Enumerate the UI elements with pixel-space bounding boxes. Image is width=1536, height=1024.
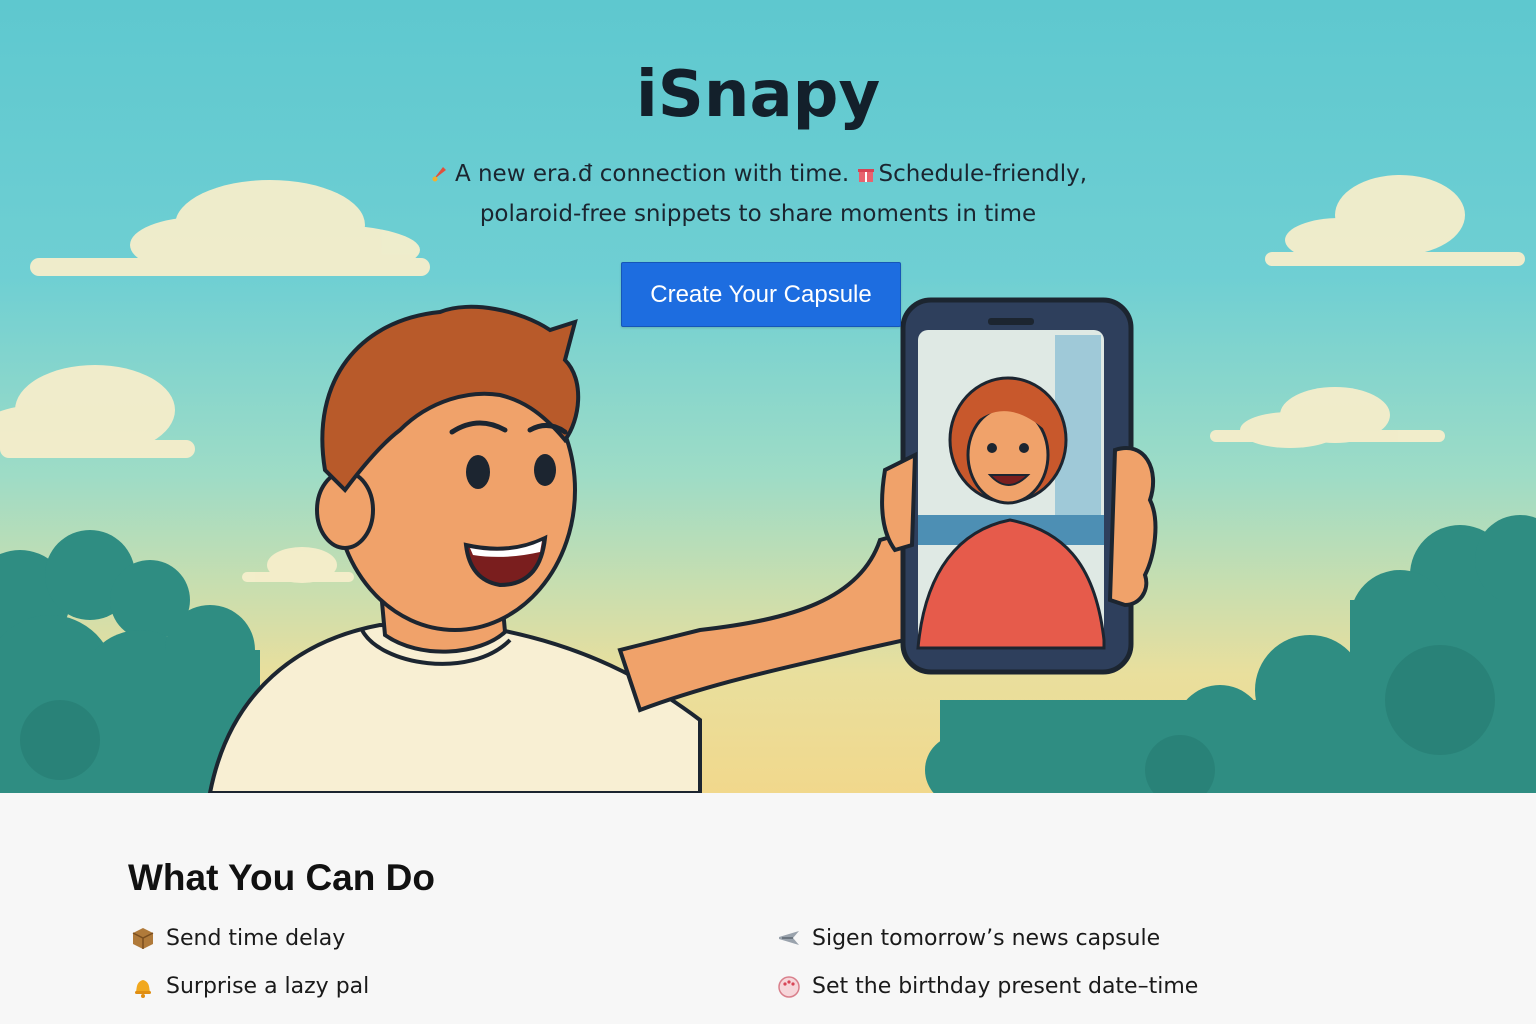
hero-subtitle-line-2: polaroid-free snippets to share moments … <box>479 201 1037 227</box>
feature-item-send-time-delay: Send time delay <box>130 925 345 951</box>
app-title: iSnapy <box>635 58 881 132</box>
feature-label: Sigen tomorrow’s news capsule <box>812 925 1161 951</box>
create-capsule-button[interactable]: Create Your Capsule <box>621 262 901 327</box>
hero-subtitle-line-1: A new era.đ connection with time. Schedu… <box>308 161 1208 187</box>
cloud-right <box>1265 175 1525 266</box>
features-heading: What You Can Do <box>128 857 435 898</box>
hero-banner: iSnapy A new era.đ connection with time.… <box>0 0 1536 793</box>
cake-icon <box>778 976 800 998</box>
bell-icon <box>135 980 151 998</box>
cloud-mid-left <box>0 365 195 458</box>
feature-label: Send time delay <box>166 925 346 951</box>
airplane-icon <box>779 931 799 945</box>
feature-item-birthday-date: Set the birthday present date–time <box>776 973 1198 999</box>
gift-icon <box>858 169 875 182</box>
feature-item-surprise-pal: Surprise a lazy pal <box>130 973 369 999</box>
subtitle-text-b: Schedule-friendly, <box>878 161 1088 187</box>
features-section: What You Can Do Send time delay Surprise… <box>0 793 1536 1024</box>
cloud-small <box>242 547 354 583</box>
feature-label: Set the birthday present date–time <box>812 973 1199 999</box>
cloud-left <box>30 180 430 276</box>
feature-label: Surprise a lazy pal <box>166 973 370 999</box>
subtitle-text-a: A new era.đ connection with time. <box>454 161 857 187</box>
rocket-icon <box>432 167 446 182</box>
cloud-mid-right <box>1210 387 1445 448</box>
package-icon <box>132 928 154 949</box>
feature-item-news-capsule: Sigen tomorrow’s news capsule <box>776 925 1160 951</box>
